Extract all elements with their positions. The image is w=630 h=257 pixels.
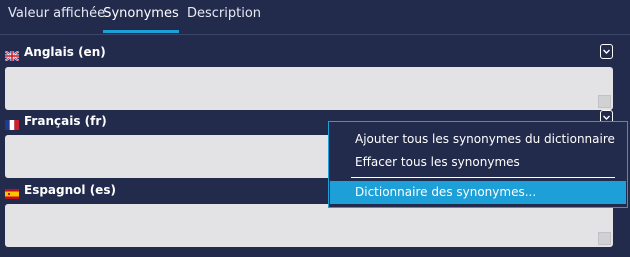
section-title-espagnol: Espagnol (es) — [24, 183, 116, 197]
uk-flag-icon — [4, 48, 20, 62]
menu-item-synonym-dictionary-label: Dictionnaire des synonymes... — [355, 185, 537, 199]
tab-description[interactable]: Description — [187, 0, 261, 30]
section-title-francais: Français (fr) — [24, 114, 107, 128]
anglais-menu-toggle[interactable] — [600, 44, 613, 59]
section-label-francais: Français (fr) — [5, 112, 107, 130]
france-flag-icon — [5, 117, 19, 130]
section-title-anglais: Anglais (en) — [24, 45, 106, 59]
menu-item-clear-all-synonyms[interactable]: Effacer tous les synonymes — [355, 152, 520, 172]
spain-flag-icon — [5, 186, 19, 199]
synonymes-field-anglais[interactable] — [5, 67, 613, 110]
resize-grip-icon[interactable] — [598, 232, 611, 245]
synonymes-field-espagnol[interactable] — [5, 204, 613, 247]
menu-divider — [351, 177, 615, 178]
resize-grip-icon[interactable] — [598, 95, 611, 108]
section-label-anglais: Anglais (en) — [4, 43, 106, 62]
menu-item-synonym-dictionary[interactable]: Dictionnaire des synonymes... — [330, 181, 626, 204]
tab-bar-divider — [0, 34, 630, 35]
tab-valeur-affichee[interactable]: Valeur affichée — [8, 0, 105, 30]
menu-item-add-all-synonyms[interactable]: Ajouter tous les synonymes du dictionnai… — [355, 129, 615, 149]
synonym-context-menu: Ajouter tous les synonymes du dictionnai… — [328, 121, 628, 208]
chevron-down-icon — [603, 49, 610, 54]
tab-synonymes[interactable]: Synonymes — [103, 0, 179, 33]
tab-bar: Valeur affichée Synonymes Description — [0, 0, 630, 35]
section-label-espagnol: Espagnol (es) — [5, 181, 116, 199]
